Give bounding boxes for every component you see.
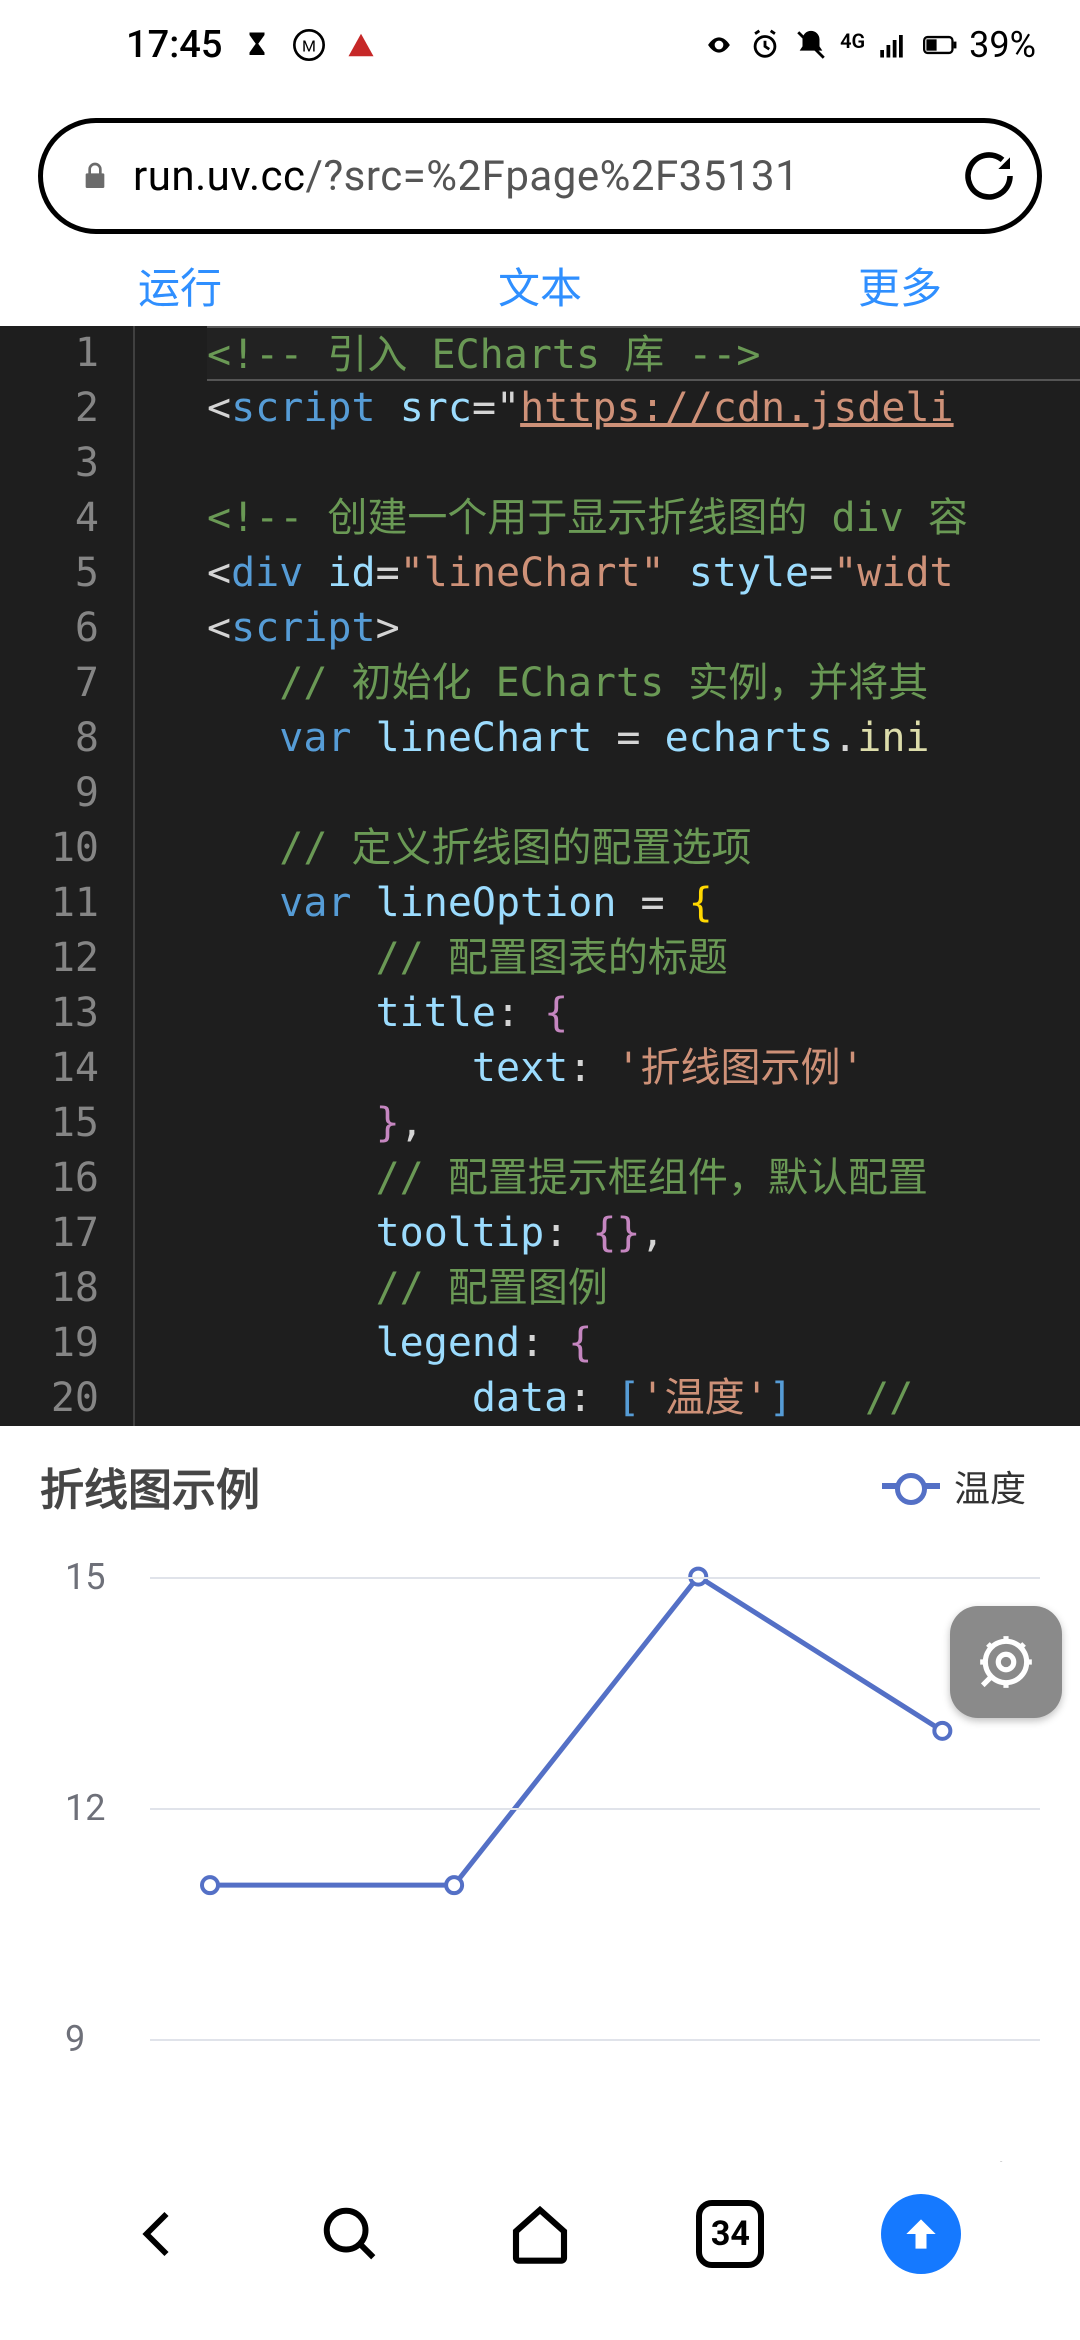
code-line[interactable]: <script> bbox=[207, 601, 1080, 656]
code-editor[interactable]: 1234567891011121314151617181920 <!-- 引入 … bbox=[0, 326, 1080, 1426]
code-line[interactable]: var lineOption = { bbox=[207, 876, 1080, 931]
code-line[interactable] bbox=[207, 766, 1080, 821]
page-tabs: 运行 文本 更多 bbox=[0, 244, 1080, 326]
code-line[interactable]: title: { bbox=[207, 986, 1080, 1041]
up-arrow-icon bbox=[899, 2212, 943, 2256]
tab-run[interactable]: 运行 bbox=[0, 244, 360, 326]
line-number: 18 bbox=[0, 1261, 99, 1316]
line-series bbox=[210, 1577, 942, 1886]
code-line[interactable] bbox=[207, 436, 1080, 491]
home-icon bbox=[508, 2202, 572, 2266]
back-arrow-icon bbox=[129, 2204, 189, 2264]
code-line[interactable]: legend: { bbox=[207, 1316, 1080, 1371]
line-number: 6 bbox=[0, 601, 99, 656]
svg-text:M: M bbox=[302, 37, 316, 56]
battery-icon bbox=[923, 28, 957, 62]
lock-icon bbox=[79, 158, 111, 194]
chart-plot: 91215 bbox=[150, 1538, 1040, 2078]
data-point[interactable] bbox=[934, 1723, 950, 1739]
gear-wrench-icon bbox=[975, 1631, 1037, 1693]
url-row: run.uv.cc/?src=%2Fpage%2F35131 bbox=[0, 90, 1080, 244]
url-bar[interactable]: run.uv.cc/?src=%2Fpage%2F35131 bbox=[38, 118, 1042, 234]
line-number: 19 bbox=[0, 1316, 99, 1371]
code-body[interactable]: <!-- 引入 ECharts 库 --><script src="https:… bbox=[135, 326, 1080, 1426]
nav-back[interactable] bbox=[64, 2204, 254, 2264]
code-line[interactable]: }, bbox=[207, 1096, 1080, 1151]
code-line[interactable]: // 配置图表的标题 bbox=[207, 931, 1080, 986]
code-line[interactable]: text: '折线图示例' bbox=[207, 1041, 1080, 1096]
settings-fab[interactable] bbox=[950, 1606, 1062, 1718]
signal-icon bbox=[877, 28, 911, 62]
code-line[interactable]: // 配置提示框组件，默认配置 bbox=[207, 1151, 1080, 1206]
line-number: 13 bbox=[0, 986, 99, 1041]
gridline bbox=[150, 1577, 1040, 1579]
battery-text: 39% bbox=[969, 24, 1036, 66]
line-number: 15 bbox=[0, 1096, 99, 1151]
reload-icon[interactable] bbox=[961, 148, 1017, 204]
url-text: run.uv.cc/?src=%2Fpage%2F35131 bbox=[133, 152, 939, 201]
tab-text[interactable]: 文本 bbox=[360, 244, 720, 326]
line-number: 8 bbox=[0, 711, 99, 766]
legend-swatch-icon bbox=[882, 1483, 940, 1489]
tab-more[interactable]: 更多 bbox=[720, 244, 1080, 326]
line-number: 3 bbox=[0, 436, 99, 491]
line-number: 1 bbox=[0, 326, 99, 381]
y-tick-label: 9 bbox=[65, 2018, 85, 2060]
network-type: 4G bbox=[840, 34, 865, 48]
nav-tabs[interactable]: 34 bbox=[635, 2200, 825, 2268]
code-line[interactable]: // 初始化 ECharts 实例，并将其 bbox=[207, 656, 1080, 711]
status-bar: 17:45 M 4G 39% bbox=[0, 0, 1080, 90]
line-number: 17 bbox=[0, 1206, 99, 1261]
code-line[interactable]: <script src="https://cdn.jsdeli bbox=[207, 381, 1080, 436]
line-number: 14 bbox=[0, 1041, 99, 1096]
line-number: 20 bbox=[0, 1371, 99, 1426]
data-point[interactable] bbox=[446, 1877, 462, 1893]
line-number: 7 bbox=[0, 656, 99, 711]
alarm-icon bbox=[748, 28, 782, 62]
code-line[interactable]: var lineChart = echarts.ini bbox=[207, 711, 1080, 766]
line-chart-svg bbox=[150, 1538, 450, 1688]
tab-count-badge: 34 bbox=[696, 2200, 764, 2268]
code-line[interactable]: // 配置图例 bbox=[207, 1261, 1080, 1316]
circle-m-icon: M bbox=[292, 28, 326, 62]
triangle-icon bbox=[344, 28, 378, 62]
gridline bbox=[150, 1808, 1040, 1810]
eye-icon bbox=[702, 28, 736, 62]
clock: 17:45 bbox=[126, 23, 222, 67]
code-line[interactable]: <!-- 创建一个用于显示折线图的 div 容 bbox=[207, 491, 1080, 546]
data-point[interactable] bbox=[202, 1877, 218, 1893]
code-line[interactable]: <!-- 引入 ECharts 库 --> bbox=[207, 326, 1080, 381]
legend-label: 温度 bbox=[954, 1460, 1026, 1512]
code-line[interactable]: // 定义折线图的配置选项 bbox=[207, 821, 1080, 876]
line-number: 12 bbox=[0, 931, 99, 986]
code-line[interactable]: tooltip: {}, bbox=[207, 1206, 1080, 1261]
line-number: 11 bbox=[0, 876, 99, 931]
chart-title: 折线图示例 bbox=[40, 1454, 260, 1518]
nav-up[interactable] bbox=[826, 2194, 1016, 2274]
line-number: 5 bbox=[0, 546, 99, 601]
bell-off-icon bbox=[794, 28, 828, 62]
line-number: 9 bbox=[0, 766, 99, 821]
line-number: 10 bbox=[0, 821, 99, 876]
y-tick-label: 15 bbox=[65, 1556, 105, 1598]
code-line[interactable]: data: ['温度'] // bbox=[207, 1371, 1080, 1426]
line-number: 4 bbox=[0, 491, 99, 546]
code-line[interactable]: <div id="lineChart" style="widt bbox=[207, 546, 1080, 601]
search-icon bbox=[319, 2203, 381, 2265]
y-tick-label: 12 bbox=[65, 1787, 105, 1829]
chart-legend[interactable]: 温度 bbox=[882, 1460, 1026, 1512]
gridline bbox=[150, 2039, 1040, 2041]
code-gutter: 1234567891011121314151617181920 bbox=[0, 326, 135, 1426]
nav-search[interactable] bbox=[254, 2203, 444, 2265]
nav-home[interactable] bbox=[445, 2202, 635, 2266]
browser-bottom-nav: 34 bbox=[0, 2162, 1080, 2340]
line-number: 2 bbox=[0, 381, 99, 436]
line-number: 16 bbox=[0, 1151, 99, 1206]
hourglass-icon bbox=[240, 28, 274, 62]
